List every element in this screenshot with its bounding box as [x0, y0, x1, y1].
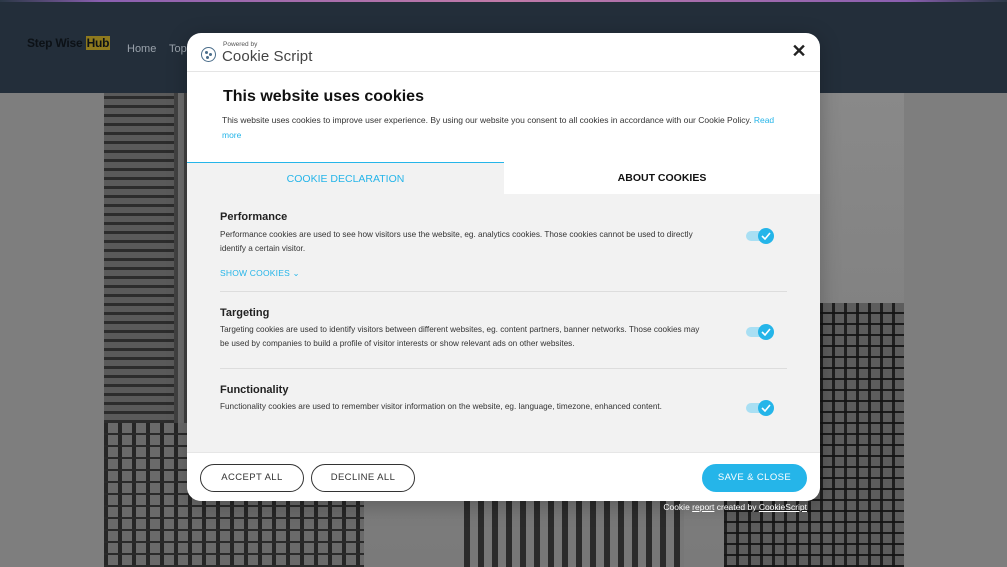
save-and-close-button[interactable]: SAVE & CLOSE [702, 464, 807, 492]
header-divider [187, 71, 820, 72]
dialog-intro: This website uses cookies to improve use… [222, 115, 775, 140]
category-title: Performance [220, 211, 288, 223]
cookie-script-logo-icon [201, 47, 216, 62]
brand-name: Cookie Script [222, 48, 313, 65]
cookiescript-link[interactable]: CookieScript [759, 502, 807, 512]
close-icon[interactable]: ✕ [790, 42, 808, 60]
cookie-categories-panel: Performance Performance cookies are used… [187, 194, 820, 452]
category-performance: Performance Performance cookies are used… [220, 211, 787, 278]
cookie-report-credit: Cookie report created by CookieScript [663, 502, 807, 512]
site-logo[interactable]: Step Wise Hub [27, 36, 111, 50]
category-title: Targeting [220, 307, 270, 319]
check-icon [758, 324, 774, 340]
nav-link-home[interactable]: Home [127, 43, 156, 55]
tab-about-cookies[interactable]: ABOUT COOKIES [504, 162, 820, 194]
check-icon [758, 400, 774, 416]
show-cookies-link[interactable]: SHOW COOKIES ⌄ [220, 268, 300, 279]
cookie-consent-dialog: Powered by Cookie Script ✕ This website … [187, 33, 820, 501]
check-icon [758, 228, 774, 244]
category-description: Functionality cookies are used to rememb… [220, 402, 662, 411]
nav-link-top[interactable]: Top [169, 43, 187, 55]
category-targeting: Targeting Targeting cookies are used to … [220, 307, 787, 348]
tab-bar: COOKIE DECLARATION ABOUT COOKIES [187, 162, 820, 194]
building-bottom-center-image [464, 493, 684, 567]
dialog-footer: ACCEPT ALL DECLINE ALL SAVE & CLOSE [187, 452, 820, 501]
category-description: Targeting cookies are used to identify v… [220, 325, 700, 348]
performance-toggle[interactable] [746, 228, 774, 244]
category-description: Performance cookies are used to see how … [220, 230, 693, 253]
accept-all-button[interactable]: ACCEPT ALL [200, 464, 304, 492]
dialog-title: This website uses cookies [223, 88, 424, 105]
category-divider [220, 291, 787, 292]
decline-all-button[interactable]: DECLINE ALL [311, 464, 415, 492]
cookie-report-link[interactable]: report [692, 502, 714, 512]
powered-by-label: Powered by [223, 41, 258, 48]
category-divider [220, 368, 787, 369]
page-background-right [904, 93, 1007, 567]
tab-cookie-declaration[interactable]: COOKIE DECLARATION [187, 162, 504, 194]
category-functionality: Functionality Functionality cookies are … [220, 384, 787, 416]
functionality-toggle[interactable] [746, 400, 774, 416]
category-title: Functionality [220, 384, 289, 396]
chevron-down-icon: ⌄ [292, 268, 300, 278]
page-background-left [0, 93, 104, 567]
targeting-toggle[interactable] [746, 324, 774, 340]
